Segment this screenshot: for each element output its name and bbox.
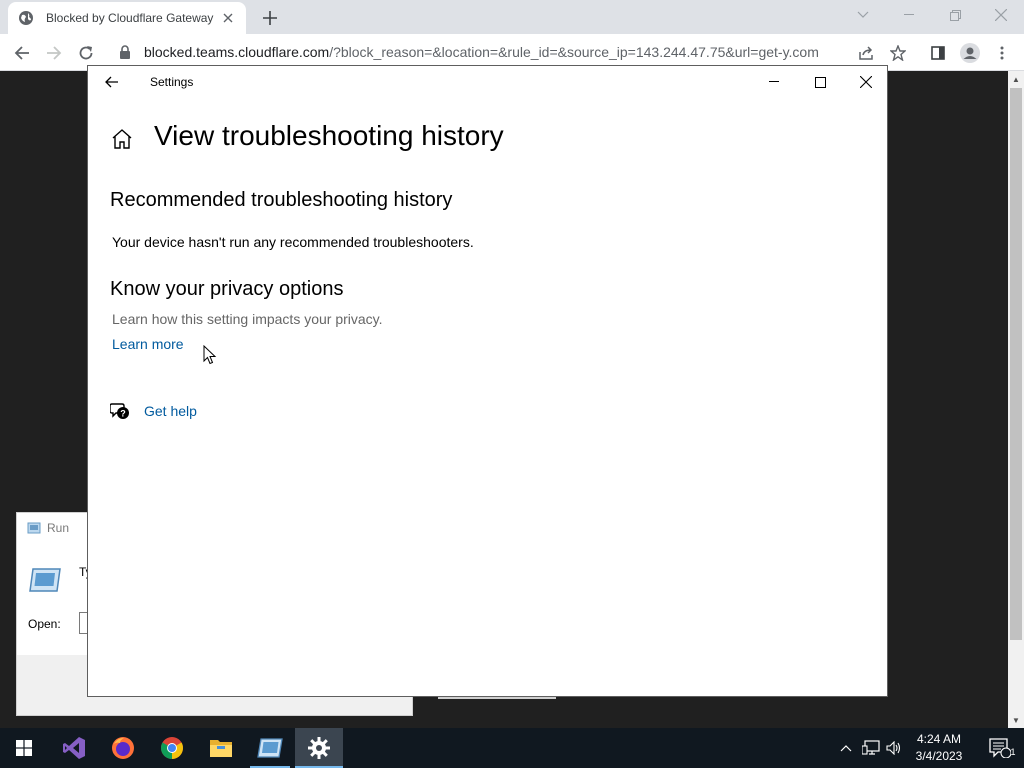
browser-tab[interactable]: Blocked by Cloudflare Gateway: [8, 2, 246, 34]
share-icon: [859, 46, 873, 60]
learn-more-link[interactable]: Learn more: [112, 336, 184, 352]
address-bar[interactable]: blocked.teams.cloudflare.com/?block_reas…: [108, 38, 890, 66]
arrow-right-icon: [47, 46, 62, 60]
settings-maximize-button[interactable]: [797, 66, 843, 98]
browser-close-button[interactable]: [978, 0, 1024, 30]
troubleshooting-status-text: Your device hasn't run any recommended t…: [112, 234, 474, 250]
firefox-icon: [112, 737, 134, 759]
share-button[interactable]: [852, 39, 880, 67]
privacy-description: Learn how this setting impacts your priv…: [112, 311, 383, 327]
close-icon: [860, 76, 872, 88]
taskbar-run[interactable]: [246, 728, 294, 768]
clock-date: 3/4/2023: [915, 749, 963, 763]
plus-icon: [263, 11, 277, 25]
tab-search-button[interactable]: [840, 0, 886, 30]
run-title: Run: [47, 521, 70, 535]
run-app-icon: [29, 568, 61, 592]
network-button[interactable]: [861, 738, 881, 758]
section-heading-privacy: Know your privacy options: [110, 278, 344, 300]
section-heading-troubleshooting: Recommended troubleshooting history: [110, 189, 453, 211]
get-help-link[interactable]: Get help: [144, 403, 197, 419]
arrow-left-icon: [14, 46, 29, 60]
taskbar-firefox[interactable]: [99, 728, 147, 768]
taskbar-visual-studio[interactable]: [50, 728, 98, 768]
gear-icon: [308, 737, 330, 759]
side-panel-icon: [931, 46, 945, 60]
taskbar-file-explorer[interactable]: [197, 728, 245, 768]
settings-minimize-button[interactable]: [751, 66, 797, 98]
kebab-menu-icon: [1000, 46, 1004, 60]
volume-button[interactable]: [884, 738, 904, 758]
arrow-left-icon: [105, 76, 118, 88]
start-button[interactable]: [0, 728, 48, 768]
close-icon: [995, 9, 1007, 21]
run-app-icon: [257, 738, 283, 758]
taskbar-chrome[interactable]: [148, 728, 196, 768]
settings-window-title: Settings: [150, 75, 194, 89]
url-path: /?block_reason=&location=&rule_id=&sourc…: [329, 44, 819, 60]
maximize-icon: [814, 76, 826, 88]
forward-button[interactable]: [40, 39, 68, 67]
show-hidden-icons-button[interactable]: [836, 738, 856, 758]
taskbar: 4:24 AM 3/4/2023 1: [0, 728, 1024, 768]
get-help-icon: ?: [110, 403, 129, 419]
run-open-label: Open:: [28, 617, 61, 631]
run-small-icon: [27, 522, 41, 534]
restore-icon: [949, 9, 961, 21]
bookmark-button[interactable]: [884, 39, 912, 67]
settings-window: Settings View troubleshooting history Re…: [87, 65, 888, 697]
chrome-icon: [161, 737, 183, 759]
browser-tabstrip: Blocked by Cloudflare Gateway: [0, 0, 1024, 34]
taskbar-clock[interactable]: 4:24 AM 3/4/2023: [904, 731, 974, 765]
globe-icon: [19, 11, 33, 25]
clock-time: 4:24 AM: [916, 732, 962, 746]
url-text: blocked.teams.cloudflare.com/?block_reas…: [144, 44, 819, 60]
profile-button[interactable]: [956, 39, 984, 67]
action-center-button[interactable]: 1: [980, 728, 1020, 768]
reload-icon: [79, 46, 93, 60]
home-icon[interactable]: [110, 127, 134, 151]
page-divider: [438, 697, 556, 699]
avatar-icon: [960, 43, 980, 63]
settings-back-button[interactable]: [100, 72, 124, 92]
back-button[interactable]: [8, 39, 36, 67]
reload-button[interactable]: [72, 39, 100, 67]
browser-menu-button[interactable]: [988, 39, 1016, 67]
chevron-down-icon: [857, 11, 869, 18]
minimize-icon: [769, 81, 779, 82]
scrollbar-thumb[interactable]: [1010, 88, 1022, 640]
speaker-icon: [886, 741, 901, 755]
tab-close-icon[interactable]: [220, 10, 236, 26]
svg-text:?: ?: [120, 409, 126, 419]
network-icon: [862, 740, 880, 755]
settings-titlebar[interactable]: Settings: [88, 66, 887, 98]
side-panel-button[interactable]: [924, 39, 952, 67]
visual-studio-icon: [63, 737, 85, 759]
mouse-cursor-icon: [203, 345, 217, 365]
folder-icon: [210, 740, 232, 757]
settings-close-button[interactable]: [843, 66, 889, 98]
tab-title: Blocked by Cloudflare Gateway: [46, 11, 214, 25]
lock-icon: [120, 45, 130, 59]
new-tab-button[interactable]: [258, 6, 282, 30]
browser-restore-button[interactable]: [932, 0, 978, 30]
browser-minimize-button[interactable]: [886, 0, 932, 30]
star-icon: [890, 45, 906, 61]
page-title: View troubleshooting history: [154, 120, 504, 151]
scroll-down-arrow-icon[interactable]: ▼: [1008, 712, 1024, 728]
chevron-up-icon: [840, 745, 852, 752]
minimize-icon: [904, 14, 914, 15]
windows-logo-icon: [16, 740, 32, 756]
url-host: blocked.teams.cloudflare.com: [144, 44, 330, 60]
scroll-up-arrow-icon[interactable]: ▲: [1008, 71, 1024, 87]
notification-count-badge: 1: [1010, 747, 1016, 757]
taskbar-settings[interactable]: [295, 728, 343, 768]
